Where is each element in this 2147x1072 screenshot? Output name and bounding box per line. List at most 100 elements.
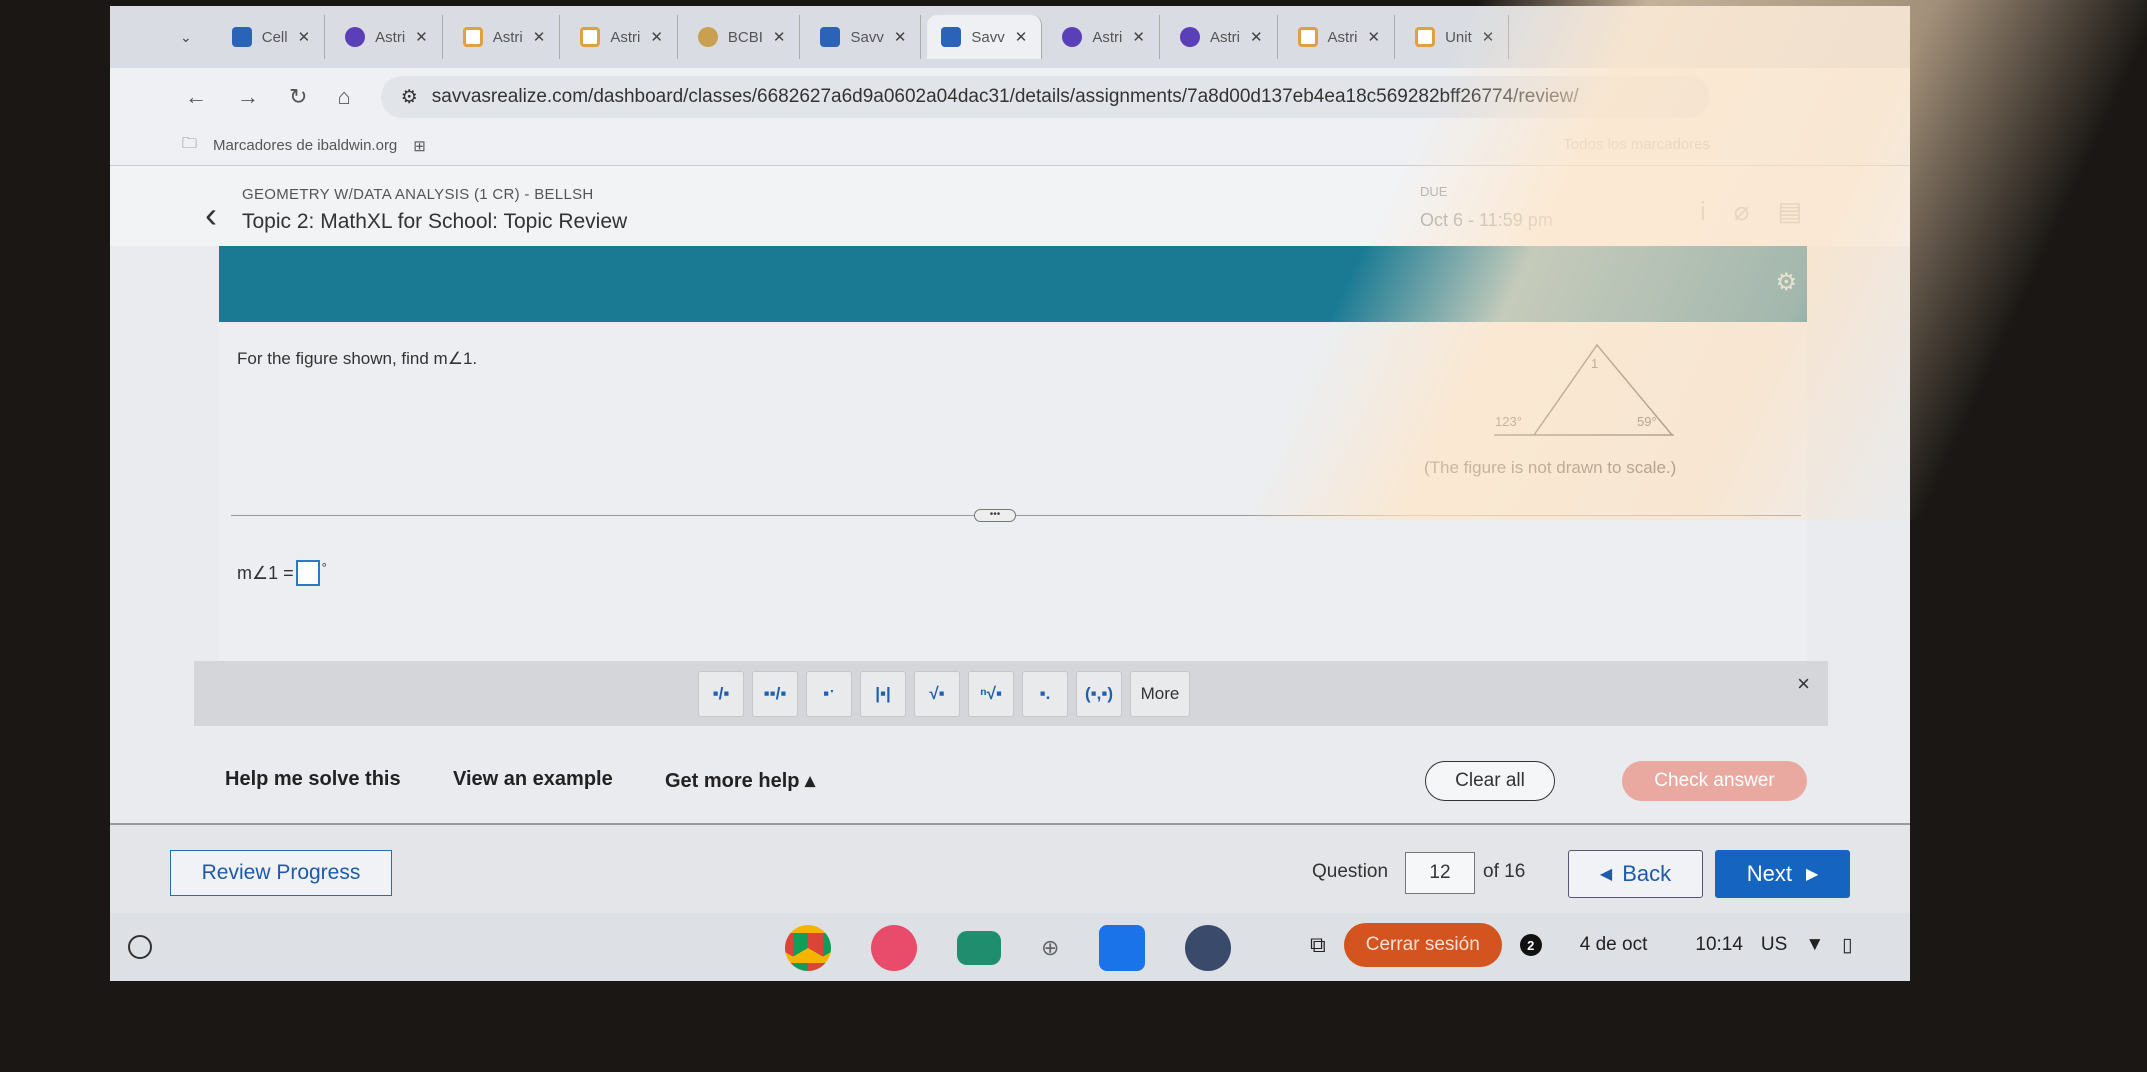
url-bar[interactable]: ⚙ savvasrealize.com/dashboard/classes/668… (380, 76, 1710, 118)
fraction-button[interactable]: ▪/▪ (698, 671, 744, 717)
screen-capture-icon[interactable]: ⧉ (1310, 932, 1326, 958)
mixed-number-button[interactable]: ▪▪/▪ (752, 671, 798, 717)
right-triangle-icon: ▶ (1805, 866, 1819, 883)
back-label: Back (1622, 861, 1672, 886)
close-tab-icon[interactable]: ✕ (1482, 28, 1495, 46)
tab-label: Astri (375, 28, 406, 46)
square-root-button[interactable]: √▪ (914, 671, 960, 717)
back-arrow-icon[interactable]: ← (185, 84, 207, 110)
comment-icon[interactable]: ▤ (1777, 196, 1802, 227)
answer-input[interactable] (295, 560, 320, 586)
close-tab-icon[interactable]: ✕ (650, 28, 663, 46)
tab-favicon-icon (1179, 27, 1200, 47)
browser-tab[interactable]: Astri ✕ (566, 15, 678, 59)
more-button[interactable]: More (1130, 671, 1190, 717)
browser-tab[interactable]: Astri ✕ (1048, 15, 1160, 59)
angle-right-label: 59° (1637, 414, 1657, 429)
browser-tab[interactable]: Cell ✕ (218, 15, 326, 59)
tab-favicon-icon (462, 27, 483, 47)
logout-button[interactable]: Cerrar sesión (1343, 923, 1502, 967)
check-answer-button[interactable]: Check answer (1622, 761, 1807, 801)
review-progress-button[interactable]: Review Progress (170, 850, 392, 896)
attachment-icon[interactable]: ⌀ (1734, 196, 1750, 227)
browser-tab[interactable]: Savv ✕ (927, 15, 1043, 59)
due-label: DUE (1420, 184, 1448, 199)
tab-label: BCBI (727, 28, 763, 46)
date[interactable]: 4 de oct (1580, 934, 1648, 956)
browser-tab[interactable]: Astri ✕ (1284, 15, 1396, 59)
close-toolbar-icon[interactable]: × (1797, 671, 1810, 697)
tab-favicon-icon (345, 27, 366, 47)
chrome-icon[interactable] (785, 925, 831, 971)
assignment-header: ‹ GEOMETRY W/DATA ANALYSIS (1 CR) - BELL… (110, 166, 1910, 246)
exponent-button[interactable]: ▪ˑ (806, 671, 852, 717)
ordered-pair-button[interactable]: (▪,▪) (1076, 671, 1122, 717)
tab-favicon-icon (820, 27, 841, 47)
reload-icon[interactable]: ↻ (289, 84, 307, 110)
help-me-solve-link[interactable]: Help me solve this (225, 768, 401, 791)
page-title: Topic 2: MathXL for School: Topic Review (242, 210, 628, 233)
close-tab-icon[interactable]: ✕ (1368, 28, 1381, 46)
add-app-icon[interactable]: ⊕ (1041, 935, 1059, 961)
classroom-icon[interactable] (957, 931, 1001, 965)
apps-grid-icon[interactable]: ⊞ (413, 137, 426, 155)
close-tab-icon[interactable]: ✕ (1250, 28, 1263, 46)
tab-label: Savv (850, 28, 884, 46)
next-button[interactable]: Next ▶ (1715, 850, 1850, 898)
wifi-icon[interactable]: ▼ (1805, 934, 1824, 956)
launcher-icon[interactable] (128, 935, 152, 959)
address-row: ← → ↻ ⌂ ⚙ savvasrealize.com/dashboard/cla… (110, 68, 1910, 126)
question-number-input[interactable]: 12 (1405, 852, 1475, 894)
back-chevron-icon[interactable]: ‹ (205, 194, 217, 236)
close-tab-icon[interactable]: ✕ (298, 28, 311, 46)
palette-icon[interactable] (871, 925, 917, 971)
tab-list-chevron-icon[interactable]: ⌄ (180, 29, 192, 46)
view-example-link[interactable]: View an example (453, 768, 613, 791)
back-button[interactable]: ◀ Back (1568, 850, 1703, 898)
gallery-icon[interactable] (1185, 925, 1232, 971)
close-tab-icon[interactable]: ✕ (1015, 28, 1028, 46)
forward-arrow-icon[interactable]: → (237, 84, 259, 110)
notification-badge[interactable]: 2 (1519, 934, 1542, 956)
get-more-help-button[interactable]: Get more help ▴ (665, 768, 815, 793)
clock[interactable]: 10:14 (1695, 934, 1743, 956)
browser-tab[interactable]: Savv ✕ (806, 15, 922, 59)
bookmark-folder[interactable]: Marcadores de ibaldwin.org (213, 137, 397, 154)
close-tab-icon[interactable]: ✕ (533, 28, 546, 46)
tab-favicon-icon (697, 27, 718, 47)
browser-tab[interactable]: BCBI ✕ (684, 15, 801, 59)
clear-all-button[interactable]: Clear all (1425, 761, 1555, 801)
browser-tab[interactable]: Astri ✕ (449, 15, 561, 59)
files-icon[interactable] (1099, 925, 1146, 971)
angle-1-label: 1 (1591, 356, 1598, 371)
browser-tab[interactable]: Astri ✕ (1166, 15, 1278, 59)
answer-row: m∠1 = ° (237, 560, 327, 586)
gear-icon[interactable]: ⚙ (1775, 268, 1797, 297)
battery-icon[interactable]: ▯ (1842, 934, 1852, 957)
course-name: GEOMETRY W/DATA ANALYSIS (1 CR) - BELLSH (242, 186, 594, 203)
question-label: Question (1312, 861, 1389, 882)
all-bookmarks[interactable]: Todos los marcadores (1563, 136, 1710, 153)
close-tab-icon[interactable]: ✕ (415, 28, 428, 46)
tab-favicon-icon (231, 27, 252, 47)
home-icon[interactable]: ⌂ (337, 84, 350, 110)
tab-favicon-icon (580, 27, 601, 47)
site-settings-icon[interactable]: ⚙ (401, 86, 418, 109)
browser-tab[interactable]: Unit ✕ (1401, 15, 1510, 59)
info-icon[interactable]: i (1700, 196, 1706, 227)
close-tab-icon[interactable]: ✕ (773, 28, 786, 46)
tab-favicon-icon (1062, 27, 1083, 47)
subscript-button[interactable]: ▪. (1022, 671, 1068, 717)
question-prompt: For the figure shown, find m∠1. (237, 349, 478, 368)
tab-label: Cell (261, 28, 288, 46)
tab-label: Astri (1209, 28, 1240, 46)
resize-handle[interactable]: ••• (974, 509, 1016, 522)
close-tab-icon[interactable]: ✕ (894, 28, 907, 46)
nth-root-button[interactable]: ⁿ√▪ (968, 671, 1014, 717)
degree-symbol: ° (321, 560, 327, 575)
absolute-value-button[interactable]: |▪| (860, 671, 906, 717)
tab-label: Astri (1327, 28, 1358, 46)
close-tab-icon[interactable]: ✕ (1132, 28, 1145, 46)
input-locale[interactable]: US (1761, 934, 1787, 956)
browser-tab[interactable]: Astri ✕ (331, 15, 443, 59)
